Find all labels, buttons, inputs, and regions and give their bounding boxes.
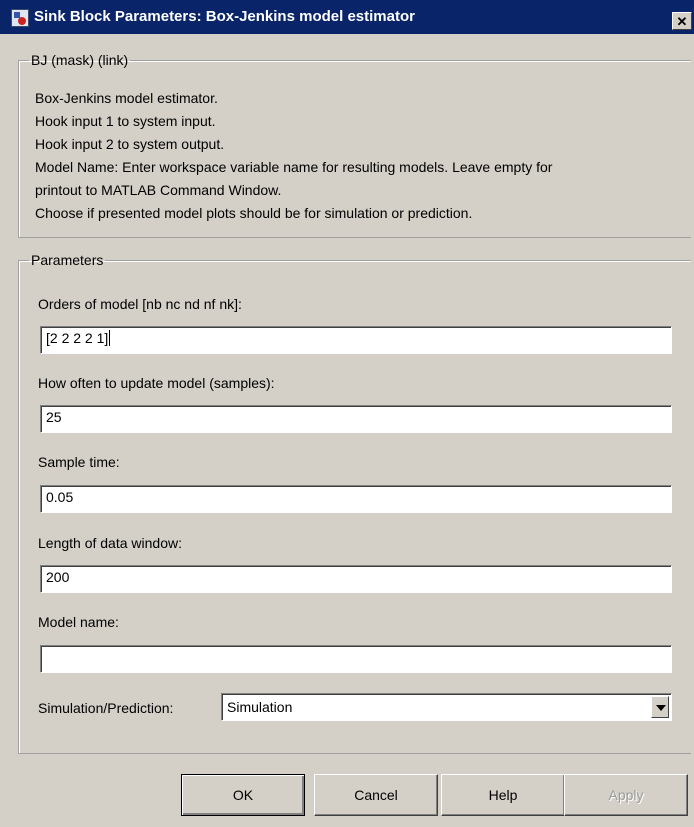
apply-button[interactable]: Apply — [564, 774, 688, 816]
simulink-block-icon — [11, 9, 29, 27]
cancel-button[interactable]: Cancel — [314, 774, 438, 816]
description-line: Hook input 2 to system output. — [35, 136, 225, 152]
description-line: Hook input 1 to system input. — [35, 113, 216, 129]
text-caret — [109, 330, 111, 346]
window-title: Sink Block Parameters: Box-Jenkins model… — [34, 8, 415, 25]
data-window-input[interactable]: 200 — [40, 565, 672, 593]
model-name-label: Model name: — [38, 614, 119, 630]
description-line: Choose if presented model plots should b… — [35, 205, 473, 221]
model-name-input[interactable] — [40, 645, 672, 673]
orders-input[interactable]: [2 2 2 2 1] — [40, 326, 672, 354]
data-window-label: Length of data window: — [38, 535, 182, 551]
help-button[interactable]: Help — [441, 774, 565, 816]
sim-pred-label: Simulation/Prediction: — [38, 700, 174, 716]
update-input[interactable]: 25 — [40, 405, 672, 433]
description-line: Box-Jenkins model estimator. — [35, 90, 218, 106]
sample-time-input[interactable]: 0.05 — [40, 485, 672, 513]
update-label: How often to update model (samples): — [38, 375, 275, 391]
sample-time-label: Sample time: — [38, 454, 120, 470]
close-button[interactable]: ✕ — [672, 12, 692, 30]
chevron-down-icon[interactable] — [651, 696, 669, 718]
orders-label: Orders of model [nb nc nd nf nk]: — [38, 296, 242, 312]
description-line: printout to MATLAB Command Window. — [35, 182, 282, 198]
title-bar: Sink Block Parameters: Box-Jenkins model… — [0, 0, 694, 34]
parameters-legend: Parameters — [31, 252, 104, 268]
ok-button[interactable]: OK — [181, 774, 305, 816]
description-legend: BJ (mask) (link) — [31, 52, 129, 68]
description-line: Model Name: Enter workspace variable nam… — [35, 159, 553, 175]
sim-pred-select[interactable]: Simulation — [221, 693, 672, 721]
sim-pred-value: Simulation — [227, 699, 293, 715]
